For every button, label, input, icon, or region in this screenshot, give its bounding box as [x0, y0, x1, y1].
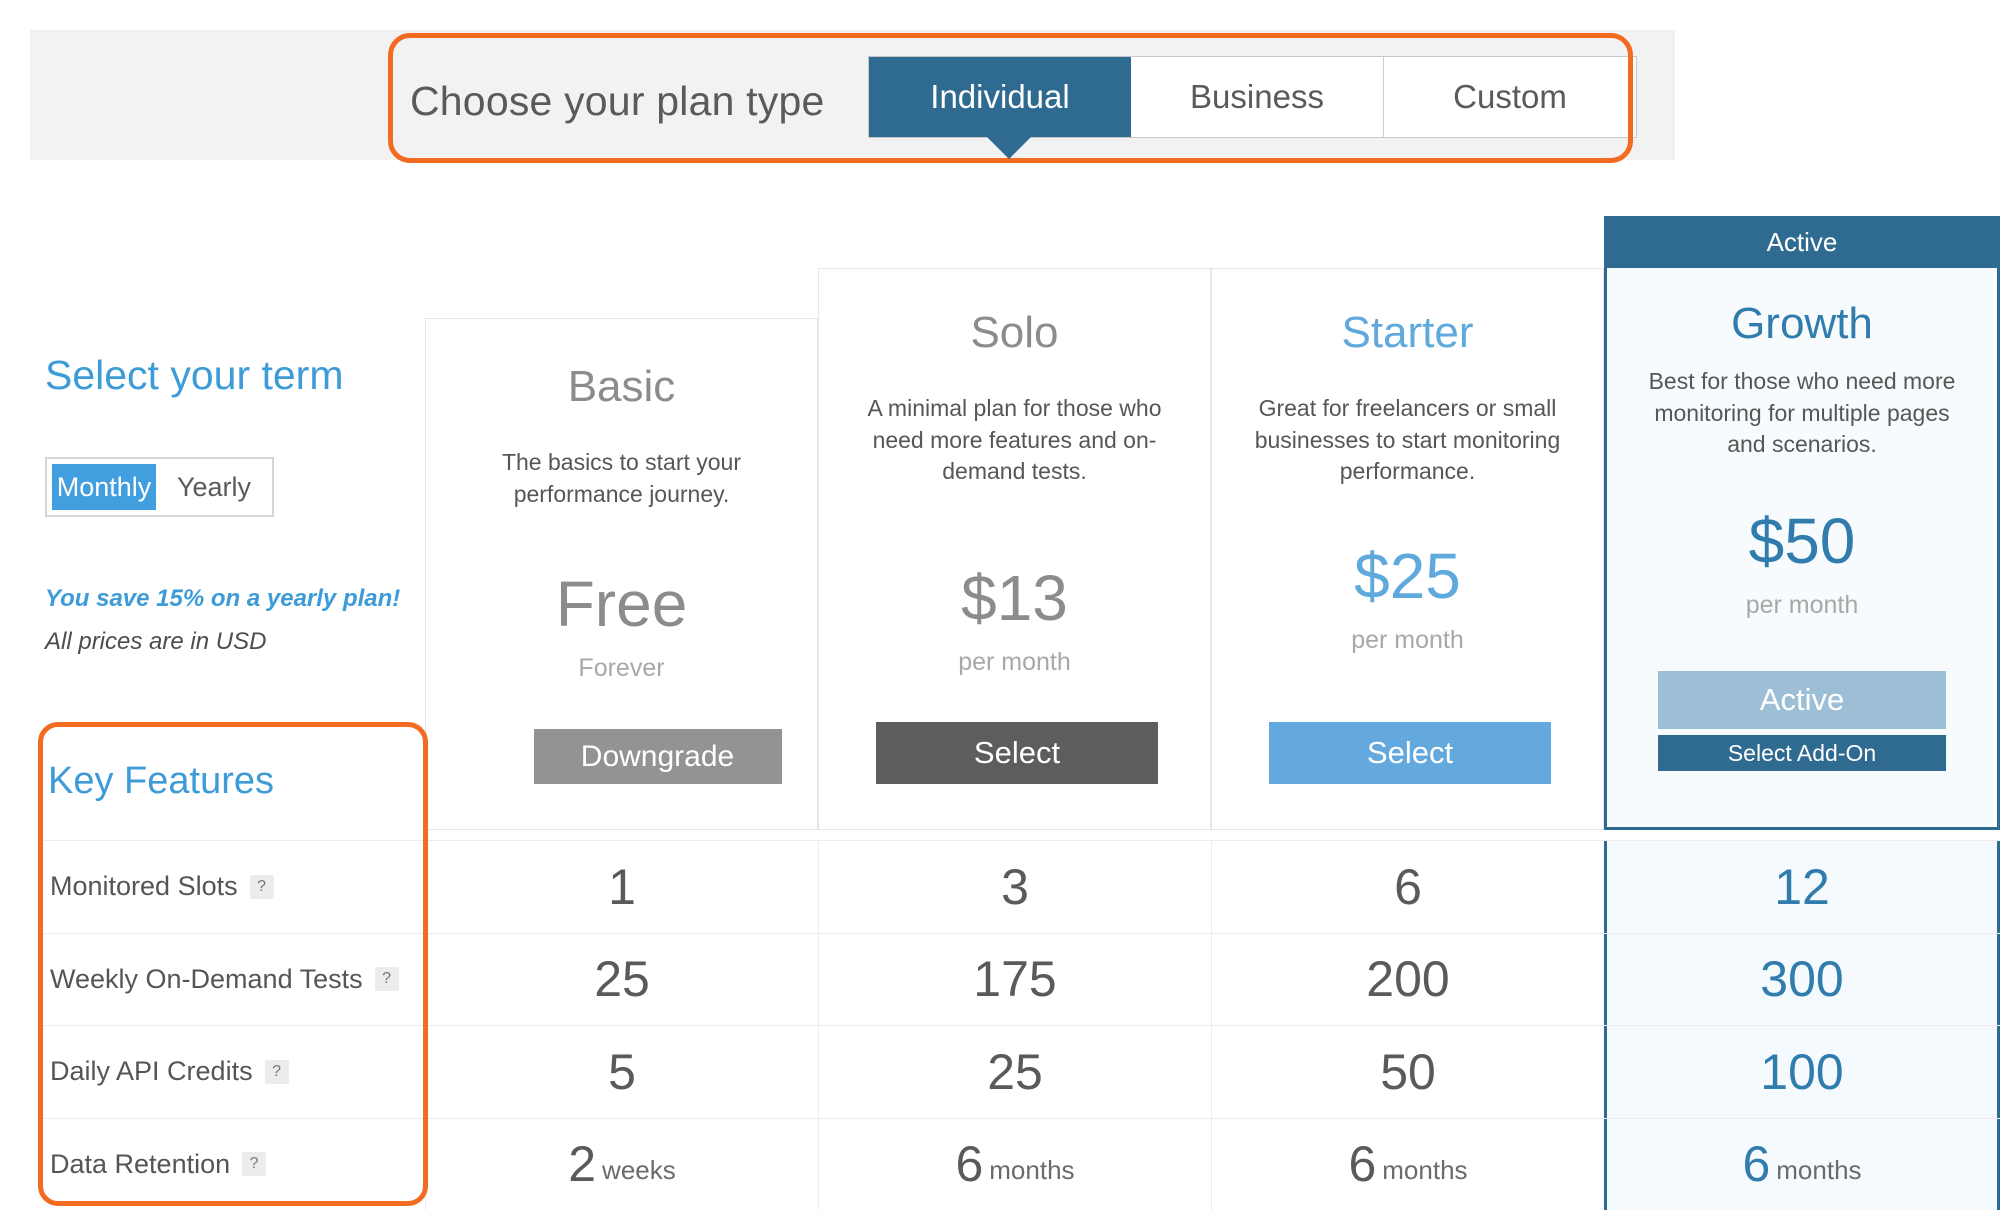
feature-value: 6	[1348, 1135, 1376, 1193]
feature-value: 50	[1380, 1043, 1436, 1101]
feature-value: 6	[955, 1135, 983, 1193]
feature-value: 3	[1001, 858, 1029, 916]
term-option-yearly[interactable]: Yearly	[156, 459, 272, 515]
plan-card-basic: Basic The basics to start your performan…	[425, 318, 818, 830]
feature-value-cell: 6months	[1211, 1119, 1604, 1210]
help-icon[interactable]: ?	[265, 1060, 289, 1084]
plan-card-starter: Starter Great for freelancers or small b…	[1211, 268, 1604, 830]
feature-value: 175	[973, 950, 1056, 1008]
feature-label: Data Retention?	[38, 1119, 425, 1210]
currency-note: All prices are in USD	[45, 628, 266, 656]
table-row: Data Retention?2weeks6months6months6mont…	[38, 1118, 2000, 1210]
feature-label-text: Monitored Slots	[50, 871, 238, 902]
plan-price-solo: $13	[819, 566, 1210, 630]
plan-period-basic: Forever	[426, 654, 817, 683]
plan-name-starter: Starter	[1212, 311, 1603, 355]
feature-value-cell: 300	[1604, 934, 2000, 1026]
feature-value-cell: 175	[818, 934, 1211, 1026]
plan-price-starter: $25	[1212, 544, 1603, 608]
tab-custom[interactable]: Custom	[1384, 57, 1636, 137]
feature-label-text: Daily API Credits	[50, 1056, 253, 1087]
downgrade-button[interactable]: Downgrade	[534, 729, 782, 784]
help-icon[interactable]: ?	[250, 875, 274, 899]
key-features-title: Key Features	[48, 760, 274, 803]
select-term-title: Select your term	[45, 352, 344, 399]
plan-name-growth: Growth	[1607, 302, 1997, 346]
feature-value-cell: 1	[425, 841, 818, 933]
feature-value-cell: 25	[818, 1026, 1211, 1118]
feature-value: 25	[594, 950, 650, 1008]
tab-business[interactable]: Business	[1131, 57, 1384, 137]
help-icon[interactable]: ?	[375, 967, 399, 991]
feature-value-cell: 6months	[1604, 1119, 2000, 1210]
term-option-monthly[interactable]: Monthly	[52, 464, 156, 510]
feature-label-text: Data Retention	[50, 1149, 230, 1180]
table-row: Daily API Credits? 5 25 50 100	[38, 1025, 2000, 1118]
feature-label: Monitored Slots?	[38, 841, 425, 933]
feature-value: 2	[568, 1135, 596, 1193]
select-button-starter[interactable]: Select	[1269, 722, 1551, 784]
feature-value: 100	[1760, 1043, 1843, 1101]
feature-value: 12	[1774, 858, 1830, 916]
feature-value-cell: 200	[1211, 934, 1604, 1026]
feature-value-cell: 5	[425, 1026, 818, 1118]
feature-value: 200	[1366, 950, 1449, 1008]
active-button-growth[interactable]: Active	[1658, 671, 1946, 729]
plan-period-starter: per month	[1212, 626, 1603, 655]
plan-name-basic: Basic	[426, 365, 817, 409]
tab-individual[interactable]: Individual	[869, 57, 1131, 137]
active-tab-pointer-icon	[987, 137, 1031, 159]
plan-description-basic: The basics to start your performance jou…	[460, 447, 783, 510]
plan-period-growth: per month	[1607, 591, 1997, 620]
plan-price-growth: $50	[1607, 509, 1997, 573]
plan-description-growth: Best for those who need more monitoring …	[1635, 366, 1969, 461]
help-icon[interactable]: ?	[242, 1152, 266, 1176]
plan-card-solo: Solo A minimal plan for those who need m…	[818, 268, 1211, 830]
yearly-savings-note: You save 15% on a yearly plan!	[45, 585, 400, 613]
feature-comparison-table: Monitored Slots? 1 3 6 12 Weekly On-Demand Te…	[38, 840, 2000, 1210]
table-row: Monitored Slots? 1 3 6 12	[38, 840, 2000, 933]
feature-value-cell: 12	[1604, 841, 2000, 933]
feature-value-cell: 3	[818, 841, 1211, 933]
feature-value-cell: 100	[1604, 1026, 2000, 1118]
feature-value: 5	[608, 1043, 636, 1101]
feature-value-cell: 50	[1211, 1026, 1604, 1118]
plan-name-solo: Solo	[819, 311, 1210, 355]
plan-description-starter: Great for freelancers or small businesse…	[1246, 393, 1569, 488]
feature-value-cell: 6months	[818, 1119, 1211, 1210]
feature-value-cell: 2weeks	[425, 1119, 818, 1210]
term-toggle: Monthly Yearly	[45, 457, 274, 517]
select-addon-button[interactable]: Select Add-On	[1658, 735, 1946, 771]
feature-value: 6	[1394, 858, 1422, 916]
feature-label: Daily API Credits?	[38, 1026, 425, 1118]
plan-price-basic: Free	[426, 572, 817, 636]
feature-value: 25	[987, 1043, 1043, 1101]
select-button-solo[interactable]: Select	[876, 722, 1158, 784]
feature-value-unit: months	[989, 1155, 1074, 1186]
active-plan-banner: Active	[1604, 216, 2000, 268]
feature-value-cell: 25	[425, 934, 818, 1026]
plan-type-tabs: Individual Business Custom	[868, 56, 1637, 138]
table-row: Weekly On-Demand Tests? 25 175 200 300	[38, 933, 2000, 1026]
feature-value-unit: weeks	[602, 1155, 676, 1186]
plan-card-growth: Growth Best for those who need more moni…	[1604, 216, 2000, 830]
feature-value: 6	[1742, 1135, 1770, 1193]
plan-type-label: Choose your plan type	[410, 78, 824, 125]
feature-label-text: Weekly On-Demand Tests	[50, 964, 363, 995]
feature-value: 300	[1760, 950, 1843, 1008]
feature-value-cell: 6	[1211, 841, 1604, 933]
feature-label: Weekly On-Demand Tests?	[38, 934, 425, 1026]
plan-description-solo: A minimal plan for those who need more f…	[853, 393, 1176, 488]
feature-value: 1	[608, 858, 636, 916]
feature-value-unit: months	[1382, 1155, 1467, 1186]
feature-value-unit: months	[1776, 1155, 1861, 1186]
plan-period-solo: per month	[819, 648, 1210, 677]
